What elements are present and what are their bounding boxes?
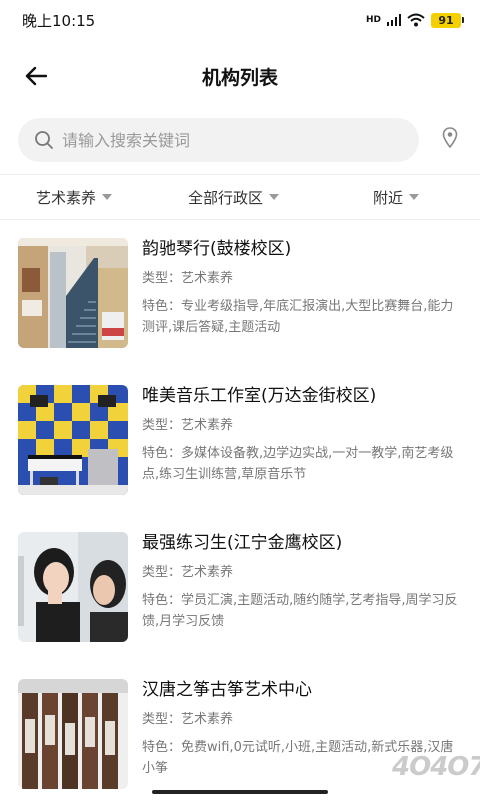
institution-info: 唯美音乐工作室(万达金街校区) 类型：艺术素养 特色：多媒体设备教,边学边实战,… bbox=[142, 383, 460, 485]
institution-name: 最强练习生(江宁金鹰校区) bbox=[142, 533, 343, 553]
status-bar: 晚上10:15 HD 91 bbox=[0, 0, 480, 40]
back-button[interactable] bbox=[20, 60, 52, 92]
cellular-signal-icon bbox=[387, 14, 401, 26]
page-title: 机构列表 bbox=[201, 66, 278, 89]
caret-down-icon bbox=[269, 194, 280, 200]
location-pin-icon bbox=[442, 127, 458, 149]
institution-photo bbox=[18, 385, 128, 495]
watermark: 4O4O7 bbox=[392, 752, 480, 782]
institution-name: 唯美音乐工作室(万达金街校区) bbox=[142, 386, 377, 406]
institution-type: 类型：艺术素养 bbox=[142, 712, 234, 727]
filter-bar: 艺术素养 全部行政区 附近 bbox=[0, 174, 480, 220]
institution-features: 特色：多媒体设备教,边学边实战,一对一教学,南艺考级点,练习生训练营,草原音乐节 bbox=[142, 446, 454, 482]
network-hd-label: HD bbox=[365, 14, 381, 25]
search-icon bbox=[35, 131, 53, 149]
location-button[interactable] bbox=[438, 124, 462, 152]
status-time: 晚上10:15 bbox=[22, 11, 96, 30]
filter-district-label: 全部行政区 bbox=[188, 188, 264, 207]
wifi-icon bbox=[407, 13, 425, 27]
institution-info: 最强练习生(江宁金鹰校区) 类型：艺术素养 特色：学员汇演,主题活动,随约随学,… bbox=[142, 530, 460, 632]
institution-info: 韵驰琴行(鼓楼校区) 类型：艺术素养 特色：专业考级指导,年底汇报演出,大型比赛… bbox=[142, 236, 460, 338]
filter-distance-label: 附近 bbox=[373, 188, 404, 207]
institution-features: 特色：学员汇演,主题活动,随约随学,艺考指导,周学习反馈,月学习反馈 bbox=[142, 593, 458, 629]
institution-features: 特色：专业考级指导,年底汇报演出,大型比赛舞台,能力测评,课后答疑,主题活动 bbox=[142, 299, 454, 335]
institution-photo bbox=[18, 238, 128, 348]
institution-name: 汉唐之筝古筝艺术中心 bbox=[142, 680, 312, 700]
institution-item[interactable]: 唯美音乐工作室(万达金街校区) 类型：艺术素养 特色：多媒体设备教,边学边实战,… bbox=[0, 369, 480, 509]
institution-item[interactable]: 最强练习生(江宁金鹰校区) 类型：艺术素养 特色：学员汇演,主题活动,随约随学,… bbox=[0, 516, 480, 656]
caret-down-icon bbox=[102, 194, 113, 200]
institution-type: 类型：艺术素养 bbox=[142, 565, 234, 580]
filter-category[interactable]: 艺术素养 bbox=[36, 175, 113, 219]
search-input[interactable] bbox=[62, 130, 392, 150]
institution-name: 韵驰琴行(鼓楼校区) bbox=[142, 239, 292, 259]
header: 机构列表 bbox=[0, 48, 480, 104]
institution-type: 类型：艺术素养 bbox=[142, 271, 234, 286]
arrow-left-icon bbox=[25, 66, 47, 86]
caret-down-icon bbox=[409, 194, 420, 200]
battery-level: 91 bbox=[431, 12, 461, 28]
home-indicator[interactable] bbox=[152, 790, 328, 794]
institution-type: 类型：艺术素养 bbox=[142, 418, 234, 433]
battery-icon: 91 bbox=[431, 12, 464, 28]
status-icons: HD 91 bbox=[365, 12, 464, 28]
filter-category-label: 艺术素养 bbox=[36, 188, 97, 207]
search-box[interactable] bbox=[18, 118, 419, 162]
filter-distance[interactable]: 附近 bbox=[373, 175, 420, 219]
institution-photo bbox=[18, 679, 128, 789]
institution-photo bbox=[18, 532, 128, 642]
institution-item[interactable]: 韵驰琴行(鼓楼校区) 类型：艺术素养 特色：专业考级指导,年底汇报演出,大型比赛… bbox=[0, 222, 480, 362]
filter-district[interactable]: 全部行政区 bbox=[188, 175, 280, 219]
